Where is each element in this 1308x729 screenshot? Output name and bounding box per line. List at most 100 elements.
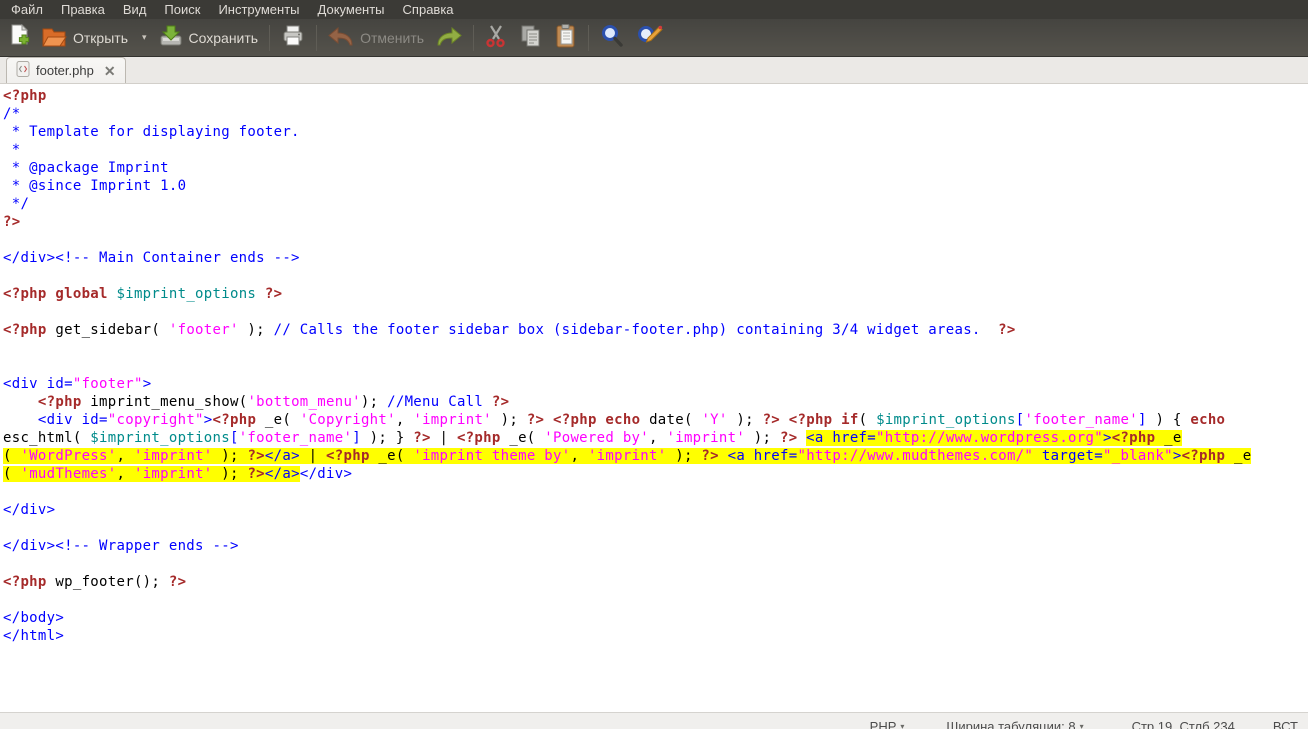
- code-line: ( 'mudThemes', 'imprint' ); ?></a></div>: [3, 465, 1308, 483]
- code-line: </div><!-- Main Container ends -->: [3, 249, 1308, 267]
- code-line: <?php imprint_menu_show('bottom_menu'); …: [3, 393, 1308, 411]
- code-segment: 'imprint theme by': [413, 448, 570, 464]
- code-segment: $imprint_options: [90, 430, 230, 446]
- code-segment: [544, 412, 553, 428]
- code-segment: );: [361, 394, 387, 410]
- code-segment: 'Copyright': [300, 412, 396, 428]
- code-line: /*: [3, 105, 1308, 123]
- undo-button[interactable]: Отменить: [322, 22, 430, 54]
- code-line: ​: [3, 519, 1308, 537]
- code-segment: (: [3, 448, 20, 464]
- code-segment: [797, 430, 806, 446]
- code-segment: </html>: [3, 628, 64, 644]
- code-segment: esc_html(: [3, 430, 90, 446]
- code-segment: [: [230, 430, 239, 446]
- code-segment: <?php: [3, 322, 47, 338]
- paste-button[interactable]: [549, 22, 583, 54]
- code-line: ​: [3, 267, 1308, 285]
- code-line: </div><!-- Wrapper ends -->: [3, 537, 1308, 555]
- code-segment: //Menu Call: [387, 394, 492, 410]
- code-segment: </div>: [3, 502, 55, 518]
- code-segment: ,: [649, 430, 666, 446]
- code-line: * @package Imprint: [3, 159, 1308, 177]
- code-segment: _e(: [370, 448, 414, 464]
- code-segment: <?php: [213, 412, 257, 428]
- code-line: <?php: [3, 87, 1308, 105]
- code-segment: [108, 286, 117, 302]
- language-selector[interactable]: PHP ▾: [870, 719, 905, 729]
- code-segment: [3, 394, 38, 410]
- tab-bar: footer.php ✕: [0, 57, 1308, 84]
- language-selector-label: PHP: [870, 719, 897, 729]
- code-segment: echo: [1190, 412, 1225, 428]
- code-segment: 'WordPress': [20, 448, 116, 464]
- code-segment: );: [667, 448, 702, 464]
- gedit-window: ФайлПравкаВидПоискИнструментыДокументыСп…: [0, 0, 1308, 729]
- code-segment: <a href=: [806, 430, 876, 446]
- new-document-icon: [10, 24, 30, 51]
- menu-file[interactable]: Файл: [2, 0, 52, 19]
- new-document-button[interactable]: [4, 22, 36, 54]
- code-line: </div>: [3, 501, 1308, 519]
- menu-view[interactable]: Вид: [114, 0, 156, 19]
- code-segment: /*: [3, 106, 20, 122]
- code-segment: ,: [396, 412, 413, 428]
- copy-button[interactable]: [513, 22, 549, 54]
- code-segment: </body>: [3, 610, 64, 626]
- tab-footer-php[interactable]: footer.php ✕: [6, 57, 126, 83]
- code-segment: "http://www.wordpress.org": [876, 430, 1103, 446]
- code-segment: ?>: [265, 286, 282, 302]
- code-line: ( 'WordPress', 'imprint' ); ?></a> | <?p…: [3, 447, 1308, 465]
- open-dropdown-button[interactable]: ▾: [134, 22, 153, 54]
- search-replace-icon: [637, 24, 663, 51]
- code-segment: [: [1016, 412, 1025, 428]
- redo-button[interactable]: [430, 22, 468, 54]
- code-segment: * @since Imprint 1.0: [3, 178, 186, 194]
- code-segment: </div>: [3, 250, 55, 266]
- code-segment: >: [1103, 430, 1112, 446]
- open-button[interactable]: Открыть: [36, 22, 134, 54]
- paste-clipboard-icon: [555, 24, 577, 51]
- menu-search[interactable]: Поиск: [155, 0, 209, 19]
- code-segment: >: [1173, 448, 1182, 464]
- code-segment: 'imprint': [134, 448, 213, 464]
- menu-edit[interactable]: Правка: [52, 0, 114, 19]
- find-replace-button[interactable]: [631, 22, 669, 54]
- code-segment: echo: [605, 412, 640, 428]
- menu-tools[interactable]: Инструменты: [209, 0, 308, 19]
- code-segment: ); }: [361, 430, 413, 446]
- code-line: esc_html( $imprint_options['footer_name'…: [3, 429, 1308, 447]
- code-segment: <?php: [3, 574, 47, 590]
- code-segment: * @package Imprint: [3, 160, 169, 176]
- tab-width-selector[interactable]: Ширина табуляции: 8 ▾: [946, 719, 1083, 729]
- tab-close-icon[interactable]: ✕: [104, 64, 116, 78]
- code-segment: 'Y': [701, 412, 727, 428]
- statusbar: PHP ▾ Ширина табуляции: 8 ▾ Стр 19, Стлб…: [0, 712, 1308, 729]
- code-segment: $imprint_options: [876, 412, 1016, 428]
- code-editor[interactable]: <?php/* * Template for displaying footer…: [0, 84, 1308, 712]
- menu-documents[interactable]: Документы: [309, 0, 394, 19]
- code-segment: "_blank": [1103, 448, 1173, 464]
- code-segment: <?php: [553, 412, 597, 428]
- code-segment: <a href=: [728, 448, 798, 464]
- code-segment: </div>: [300, 466, 352, 482]
- print-button[interactable]: [275, 22, 311, 54]
- code-segment: ?>: [780, 430, 797, 446]
- code-segment: [832, 412, 841, 428]
- code-segment: 'footer_name': [239, 430, 352, 446]
- code-line: </body>: [3, 609, 1308, 627]
- open-button-label: Открыть: [73, 30, 128, 46]
- cut-button[interactable]: [479, 22, 513, 54]
- save-icon: [159, 24, 183, 51]
- menu-help[interactable]: Справка: [394, 0, 463, 19]
- code-line: ​: [3, 555, 1308, 573]
- code-segment: <div id=: [38, 412, 108, 428]
- find-button[interactable]: [594, 22, 631, 54]
- code-line: *: [3, 141, 1308, 159]
- code-segment: global: [55, 286, 107, 302]
- code-segment: );: [492, 412, 527, 428]
- save-button[interactable]: Сохранить: [153, 22, 265, 54]
- code-segment: ]: [1138, 412, 1147, 428]
- cursor-position-label: Стр 19, Стлб 234: [1132, 719, 1235, 729]
- code-segment: _e: [1225, 448, 1251, 464]
